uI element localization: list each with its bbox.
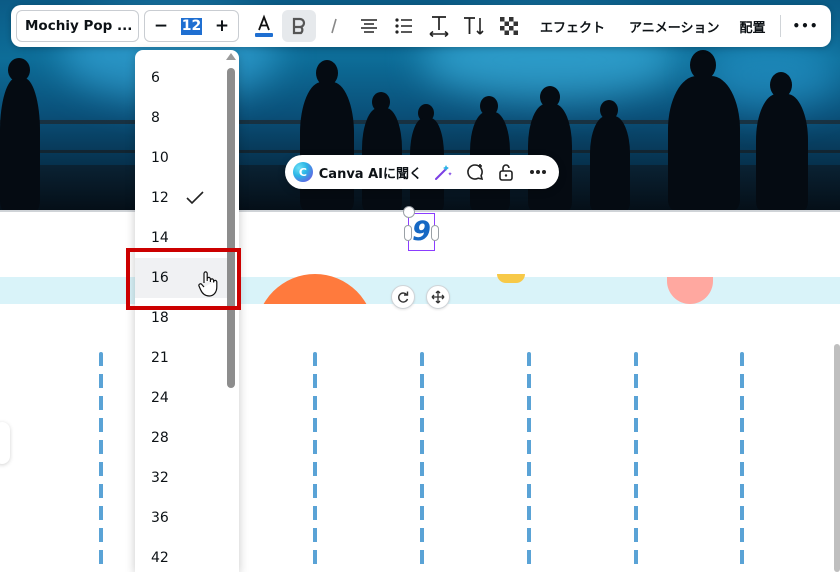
bold-icon[interactable] bbox=[282, 10, 316, 42]
hand-cursor-icon bbox=[198, 271, 218, 297]
annotation-highlight-box bbox=[126, 248, 241, 310]
move-icon bbox=[431, 290, 445, 304]
bullet-list-icon[interactable] bbox=[387, 10, 421, 42]
canva-ai-toolbar: C Canva AIに聞く bbox=[285, 155, 559, 189]
arrange-button[interactable]: 配置 bbox=[740, 17, 766, 36]
font-family-select[interactable]: Mochiy Pop ... bbox=[16, 10, 139, 42]
font-size-input[interactable]: 12 bbox=[180, 17, 203, 35]
transparency-icon[interactable] bbox=[492, 10, 526, 42]
font-size-option[interactable]: 8 bbox=[135, 98, 227, 138]
text-toolbar: Mochiy Pop ... − 12 + エフェクト アニメーション 配置 • bbox=[11, 5, 831, 47]
font-size-option[interactable]: 36 bbox=[135, 498, 227, 538]
comment-add-icon[interactable] bbox=[464, 161, 486, 183]
dashed-line bbox=[634, 352, 638, 572]
ask-canva-ai-button[interactable]: Canva AIに聞く bbox=[319, 163, 422, 182]
italic-icon[interactable] bbox=[317, 10, 351, 42]
decrease-font-size-button[interactable]: − bbox=[153, 17, 169, 35]
font-size-option[interactable]: 21 bbox=[135, 338, 227, 378]
font-size-option-selected[interactable]: 12 bbox=[135, 178, 227, 218]
dashed-line bbox=[313, 352, 317, 572]
increase-font-size-button[interactable]: + bbox=[214, 17, 230, 35]
page-divider bbox=[0, 210, 840, 212]
font-size-dropdown: 6 8 10 12 14 16 18 21 24 28 32 36 42 bbox=[135, 50, 239, 572]
font-size-option[interactable]: 28 bbox=[135, 418, 227, 458]
font-size-option[interactable]: 6 bbox=[135, 58, 227, 98]
rotate-handle[interactable] bbox=[403, 206, 415, 218]
side-panel-toggle[interactable] bbox=[0, 422, 10, 464]
font-size-option[interactable]: 24 bbox=[135, 378, 227, 418]
font-family-value: Mochiy Pop ... bbox=[25, 18, 133, 34]
unlock-icon[interactable] bbox=[496, 161, 518, 183]
canvas-scrollbar[interactable] bbox=[834, 344, 840, 572]
dashed-line bbox=[527, 352, 531, 572]
letter-spacing-icon[interactable] bbox=[422, 10, 456, 42]
more-icon[interactable] bbox=[527, 161, 549, 183]
font-size-control: − 12 + bbox=[144, 10, 239, 42]
dropdown-scrollbar[interactable] bbox=[227, 68, 235, 388]
toolbar-separator bbox=[779, 15, 781, 37]
dashed-line bbox=[99, 352, 103, 572]
magic-edit-icon[interactable] bbox=[432, 161, 454, 183]
scroll-up-arrow-icon[interactable] bbox=[226, 53, 236, 60]
resize-handle-left[interactable] bbox=[404, 225, 412, 241]
move-button[interactable] bbox=[426, 285, 450, 309]
checkmark-icon bbox=[186, 191, 204, 205]
vertical-text-icon[interactable] bbox=[457, 10, 491, 42]
text-color-icon[interactable] bbox=[247, 10, 281, 42]
effects-button[interactable]: エフェクト bbox=[540, 17, 605, 36]
font-size-option[interactable]: 32 bbox=[135, 458, 227, 498]
font-size-option[interactable]: 42 bbox=[135, 538, 227, 572]
dashed-line bbox=[420, 352, 424, 572]
animation-button[interactable]: アニメーション bbox=[629, 17, 719, 36]
resize-handle-right[interactable] bbox=[431, 225, 439, 241]
canva-ai-logo-icon[interactable]: C bbox=[293, 162, 313, 182]
font-size-option[interactable]: 10 bbox=[135, 138, 227, 178]
rotate-button[interactable] bbox=[391, 285, 415, 309]
more-options-button[interactable]: ••• bbox=[793, 19, 819, 33]
rotate-icon bbox=[398, 291, 409, 303]
dashed-line bbox=[740, 352, 744, 572]
align-center-icon[interactable] bbox=[352, 10, 386, 42]
